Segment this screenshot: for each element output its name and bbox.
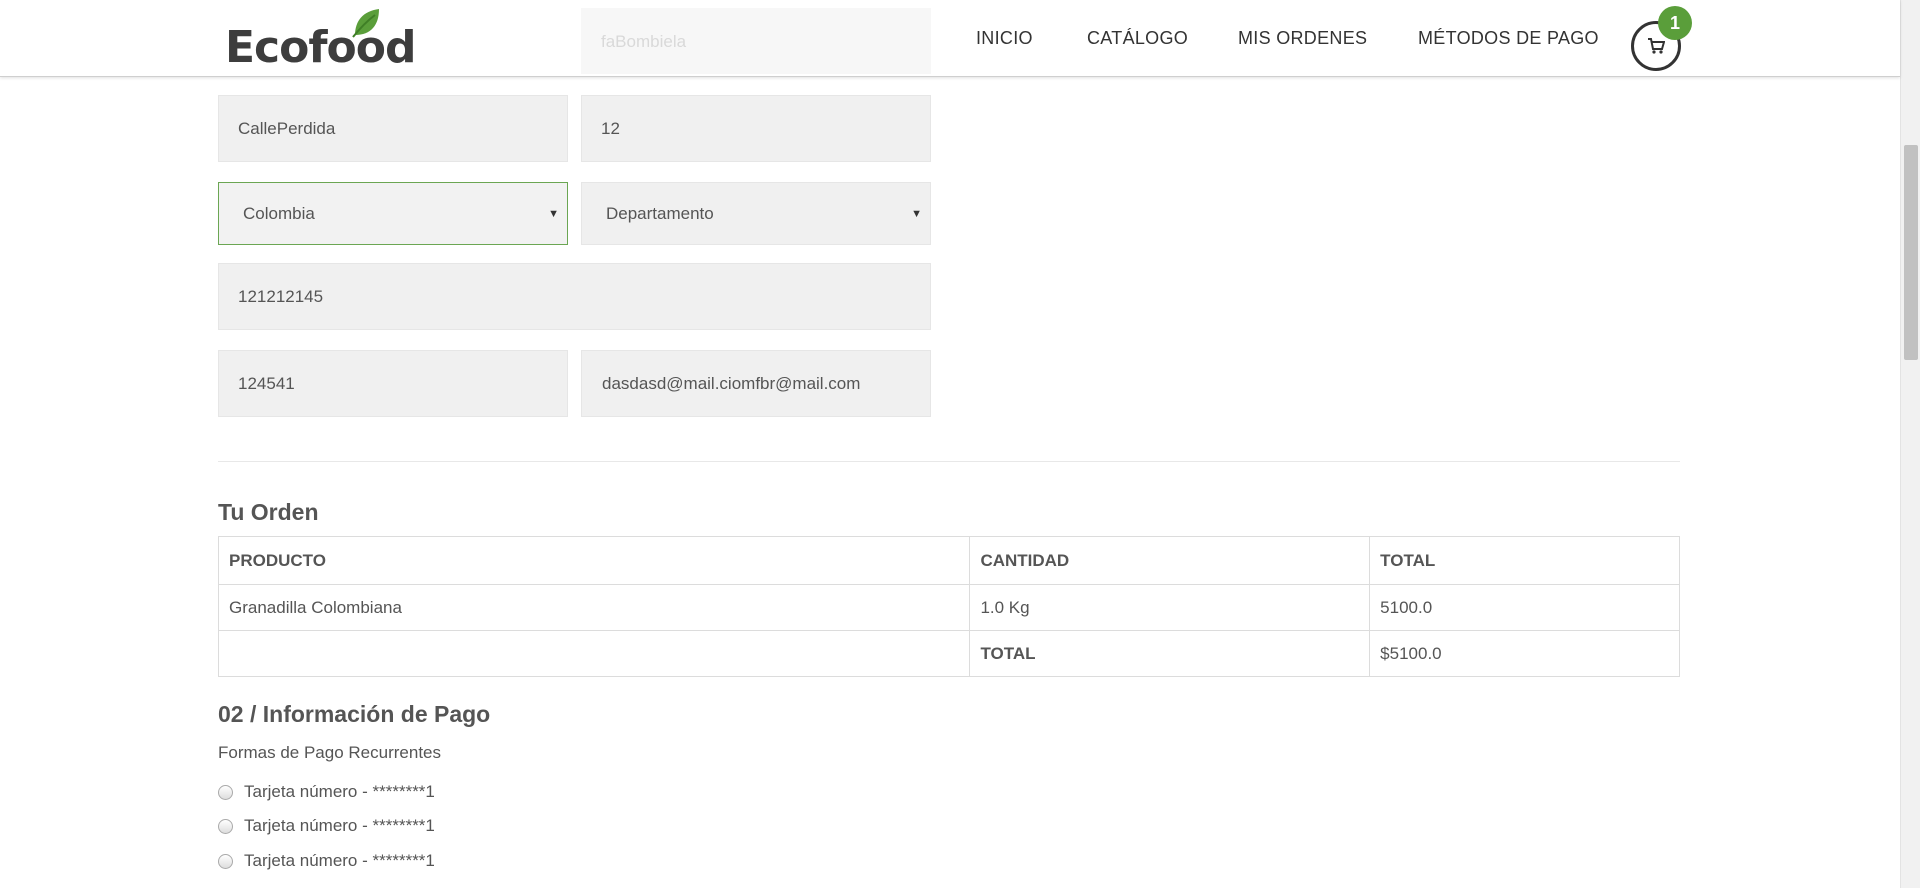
payment-subtitle: Formas de Pago Recurrentes — [218, 743, 441, 762]
total-row: TOTAL $5100.0 — [217, 630, 1680, 677]
shopping-cart-icon — [1648, 38, 1665, 54]
column-header-total: TOTAL — [1369, 536, 1680, 585]
quantity-cell: 1.0 Kg — [969, 584, 1371, 631]
phone-value: 121212145 — [238, 286, 324, 306]
top-navbar: faBombiela Ecofood INICIO CATÁLOGO MIS O… — [0, 0, 1900, 77]
payment-title: 02 / Información de Pago — [218, 701, 491, 727]
radio-button[interactable] — [218, 853, 233, 869]
chevron-down-icon: ▼ — [911, 207, 922, 220]
nav-mis-ordenes[interactable]: MIS ORDENES — [1238, 28, 1367, 49]
country-value: Colombia — [243, 203, 315, 223]
email-value: dasdasd@mail.ciomfbr@mail.com — [602, 373, 861, 393]
column-header-quantity: CANTIDAD — [969, 536, 1371, 585]
line-total-cell: 5100.0 — [1369, 584, 1680, 631]
email-input[interactable]: dasdasd@mail.ciomfbr@mail.com — [581, 350, 931, 417]
scrollbar-thumb[interactable] — [1904, 145, 1918, 360]
payment-option[interactable]: Tarjeta número - ********1 — [218, 816, 435, 836]
payment-option-label: Tarjeta número - ********1 — [244, 851, 435, 870]
nav-inicio[interactable]: INICIO — [976, 28, 1033, 49]
postal-code-input[interactable]: 124541 — [218, 350, 568, 417]
payment-option[interactable]: Tarjeta número - ********1 — [218, 782, 435, 802]
cart-count-badge: 1 — [1658, 6, 1692, 40]
chevron-down-icon: ▼ — [548, 207, 559, 220]
total-label-cell: TOTAL — [969, 630, 1371, 677]
brand-logo[interactable]: Ecofood — [225, 9, 416, 73]
payment-option-label: Tarjeta número - ********1 — [244, 816, 435, 835]
order-table: PRODUCTO CANTIDAD TOTAL Granadilla Colom… — [217, 536, 1680, 677]
hidden-field-text: faBombiela — [601, 32, 687, 51]
street-input[interactable]: CallePerdida — [218, 95, 568, 162]
nav-catalogo[interactable]: CATÁLOGO — [1087, 28, 1188, 49]
empty-cell — [217, 630, 971, 677]
table-row: Granadilla Colombiana 1.0 Kg 5100.0 — [217, 584, 1680, 631]
column-header-product: PRODUCTO — [217, 536, 971, 585]
brand-name: Ecofood — [225, 22, 416, 73]
order-title: Tu Orden — [218, 499, 319, 525]
phone-input[interactable]: 121212145 — [218, 263, 931, 330]
table-header-row: PRODUCTO CANTIDAD TOTAL — [217, 536, 1680, 585]
department-value: Departamento — [606, 203, 714, 223]
payment-option-label: Tarjeta número - ********1 — [244, 782, 435, 801]
street-value: CallePerdida — [238, 118, 336, 138]
radio-button[interactable] — [218, 818, 233, 834]
section-divider — [218, 461, 1680, 462]
house-number-value: 12 — [601, 118, 620, 138]
department-select[interactable]: Departamento ▼ — [581, 182, 931, 245]
postal-code-value: 124541 — [238, 373, 295, 393]
payment-option[interactable]: Tarjeta número - ********1 — [218, 851, 435, 871]
house-number-input[interactable]: 12 — [581, 95, 931, 162]
country-select[interactable]: Colombia ▼ — [218, 182, 568, 245]
leaf-icon — [352, 9, 379, 38]
vertical-scrollbar[interactable] — [1900, 0, 1920, 888]
radio-button[interactable] — [218, 784, 233, 800]
total-value-cell: $5100.0 — [1369, 630, 1680, 677]
product-name-cell: Granadilla Colombiana — [217, 584, 971, 631]
nav-metodos-de-pago[interactable]: MÉTODOS DE PAGO — [1418, 28, 1599, 49]
